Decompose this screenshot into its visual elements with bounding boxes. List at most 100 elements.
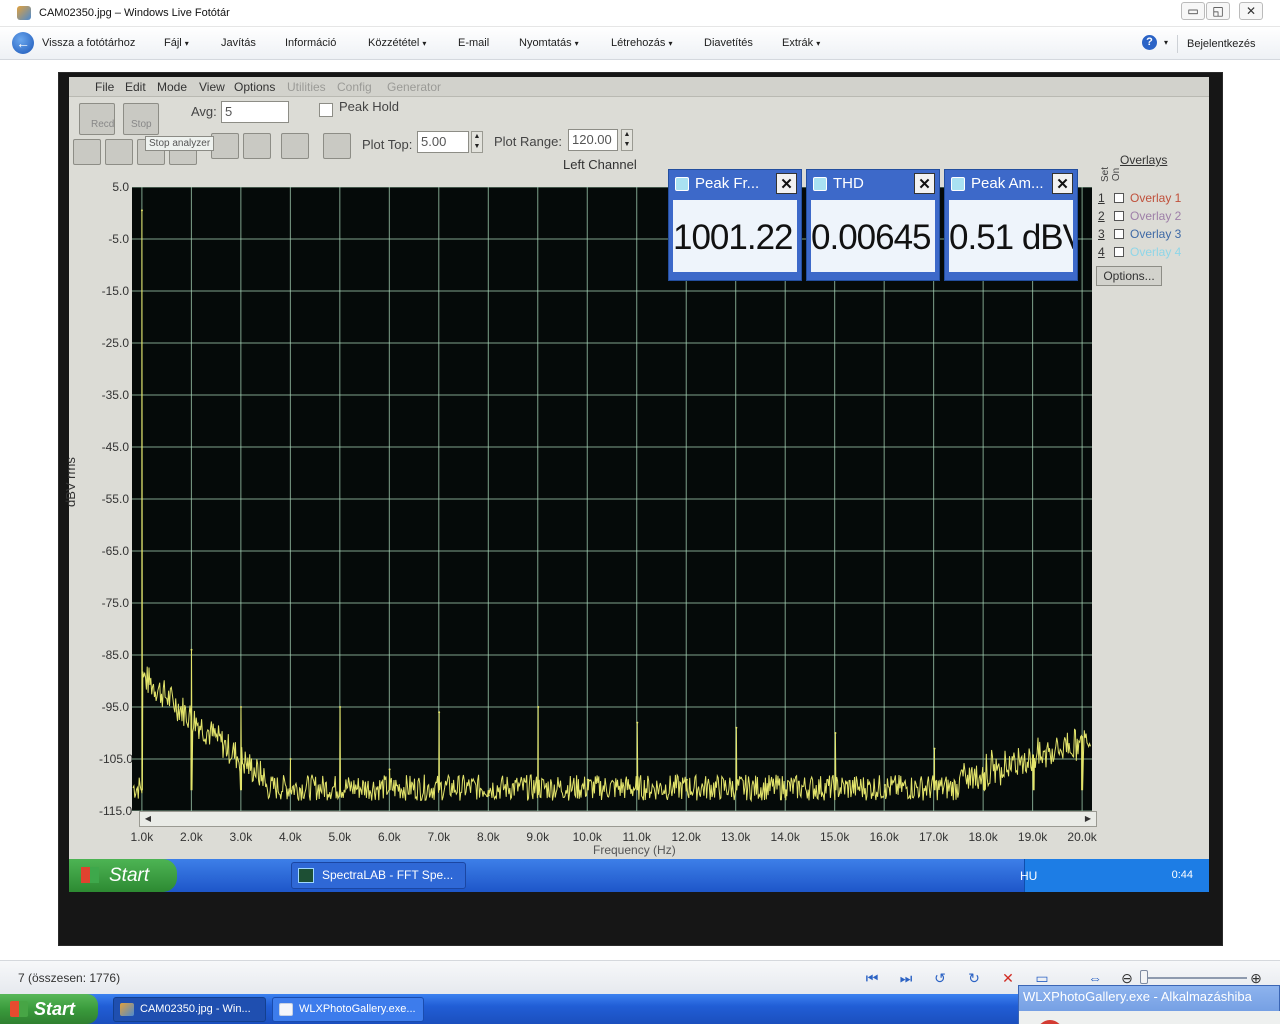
cursor-tool-icon (323, 133, 351, 159)
harmonic-peak-point (339, 706, 342, 708)
spectralab-menu-item: Utilities (287, 80, 326, 94)
menu-item-label: Javítás (221, 37, 256, 49)
meter-value: 0.00645 % (811, 200, 935, 272)
x-tick-label: 20.0k (1067, 830, 1097, 844)
menu-item[interactable]: Létrehozás ▾ (611, 37, 672, 49)
harmonic-peak-point (586, 778, 589, 781)
zoom-slider-track[interactable] (1141, 977, 1247, 979)
spectralab-menu-item: Generator (387, 80, 442, 94)
menu-item[interactable]: Információ (285, 37, 336, 49)
menu-item-label: Fájl (164, 37, 182, 49)
stop-analyzer-tooltip: Stop analyzer (145, 136, 215, 151)
taskbar-item-label: WLXPhotoGallery.exe... (299, 1003, 416, 1015)
menu-item[interactable]: Javítás (221, 37, 256, 49)
x-tick-label: 12.0k (671, 830, 701, 844)
delete-icon[interactable]: ✕ (999, 969, 1017, 987)
taskbar-item-wlx-error[interactable]: WLXPhotoGallery.exe... (272, 997, 424, 1022)
spectralab-menubar: File Edit Mode View Options Utilities Config Ge… (69, 77, 1209, 97)
plot-range-field: 120.00 (568, 129, 618, 151)
photo-counter: 7 (összesen: 1776) (18, 971, 121, 985)
help-dropdown-icon[interactable]: ▾ (1161, 36, 1168, 48)
harmonic-peak-point (190, 648, 193, 651)
x-tick-label: 9.0k (526, 830, 550, 844)
x-tick-label: 1.0k (130, 830, 154, 844)
spectralab-menu-item: File (95, 80, 115, 94)
title-bar: CAM02350.jpg – Windows Live Fotótár ▭ ◱ … (0, 0, 1280, 27)
back-to-gallery-button[interactable]: Vissza a fotótárhoz (42, 37, 135, 49)
record-label: Recd (91, 119, 115, 130)
meter-icon (951, 177, 965, 191)
table-view-icon (281, 133, 309, 159)
overlay-name: Overlay 1 (1130, 191, 1182, 205)
rotate-left-icon[interactable]: ↺ (931, 969, 949, 987)
harmonic-peak-point (834, 732, 837, 734)
y-tick-label: -25.0 (101, 336, 129, 350)
photo-spectralab-task: SpectraLAB - FFT Spe... (291, 862, 466, 889)
photo-clock: 0:44 (1171, 869, 1193, 881)
x-tick-label: 19.0k (1017, 830, 1048, 844)
harmonic-peak-point (983, 773, 986, 776)
overlay-checkbox (1114, 211, 1124, 221)
photo-viewer: File Edit Mode View Options Utilities Config Ge… (58, 72, 1223, 946)
x-tick-label: 11.0k (622, 830, 651, 844)
next-icon[interactable]: ⏭ (897, 969, 915, 987)
meter-window: Peak Fr...✕1001.22 Hz (668, 169, 802, 281)
overlays-set-header: Set (1100, 166, 1112, 183)
y-tick-label: -5.0 (108, 232, 129, 246)
harmonic-peak-point (289, 758, 292, 760)
windows-flag-icon (10, 1001, 28, 1017)
x-tick-label: 16.0k (869, 830, 899, 844)
harmonic-peak-point (388, 768, 391, 771)
y-tick-label: -35.0 (101, 388, 129, 402)
y-tick-label: -75.0 (101, 596, 129, 610)
maximize-button[interactable]: ◱ (1206, 2, 1230, 20)
chevron-down-icon: ▾ (422, 39, 427, 48)
sign-in-button[interactable]: Bejelentkezés (1177, 35, 1256, 53)
peak-hold-checkbox (319, 103, 333, 117)
menu-item-label: Közzététel (368, 37, 420, 49)
bar-view-icon (243, 133, 271, 159)
plot-range-spinner: ▲ ▼ (621, 129, 633, 151)
zoom-slider-thumb[interactable] (1140, 970, 1148, 984)
overlay-name: Overlay 3 (1130, 227, 1182, 241)
harmonic-peak-point (883, 784, 886, 786)
previous-icon[interactable]: ⏮ (863, 969, 881, 987)
harmonic-peak-point (487, 794, 490, 797)
x-tick-label: 14.0k (770, 830, 800, 844)
y-tick-label: -15.0 (101, 284, 129, 298)
x-tick-label: 5.0k (328, 830, 352, 844)
taskbar-item-photo-gallery[interactable]: CAM02350.jpg - Win... (113, 997, 266, 1022)
overlays-title: Overlays (1120, 153, 1168, 167)
close-button[interactable]: ✕ (1239, 2, 1263, 20)
minimize-button[interactable]: ▭ (1181, 2, 1205, 20)
overlays-on-header: On (1111, 167, 1123, 182)
help-icon[interactable]: ? (1142, 35, 1157, 50)
menu-item[interactable]: Diavetítés (704, 37, 753, 49)
pan-tool-icon (105, 139, 133, 165)
overlay-checkbox (1114, 247, 1124, 257)
menu-item[interactable]: Közzététel ▾ (368, 37, 426, 49)
overlay-checkbox (1114, 229, 1124, 239)
chevron-down-icon: ▾ (574, 39, 579, 48)
overlay-number: 3 (1098, 227, 1105, 241)
menu-item[interactable]: Fájl ▾ (164, 37, 189, 49)
menu-item[interactable]: Nyomtatás ▾ (519, 37, 579, 49)
spectralab-menu-item: Mode (157, 80, 188, 94)
harmonic-peak-point (438, 711, 441, 714)
error-notification[interactable]: WLXPhotoGallery.exe - Alkalmazáshiba (1018, 985, 1280, 1024)
spectrum-trace (132, 210, 1091, 803)
menu-item[interactable]: Extrák ▾ (782, 37, 820, 49)
y-tick-label: -55.0 (101, 492, 129, 506)
harmonic-peak-point (685, 778, 688, 781)
rotate-right-icon[interactable]: ↻ (965, 969, 983, 987)
x-tick-label: 2.0k (180, 830, 203, 844)
harmonic-peak-point (784, 789, 787, 792)
harmonic-peak-point (735, 726, 738, 729)
overlay-options-button: Options... (1096, 266, 1162, 286)
back-arrow-icon[interactable]: ← (12, 32, 34, 54)
x-tick-label: 18.0k (968, 830, 998, 844)
overlays-panel: Set On Overlays 1 Overlay 1 2 Overlay 2 3 Ove… (1092, 151, 1209, 291)
stop-label: Stop (131, 119, 152, 130)
menu-item[interactable]: E-mail (458, 37, 489, 49)
meter-icon (675, 177, 689, 191)
